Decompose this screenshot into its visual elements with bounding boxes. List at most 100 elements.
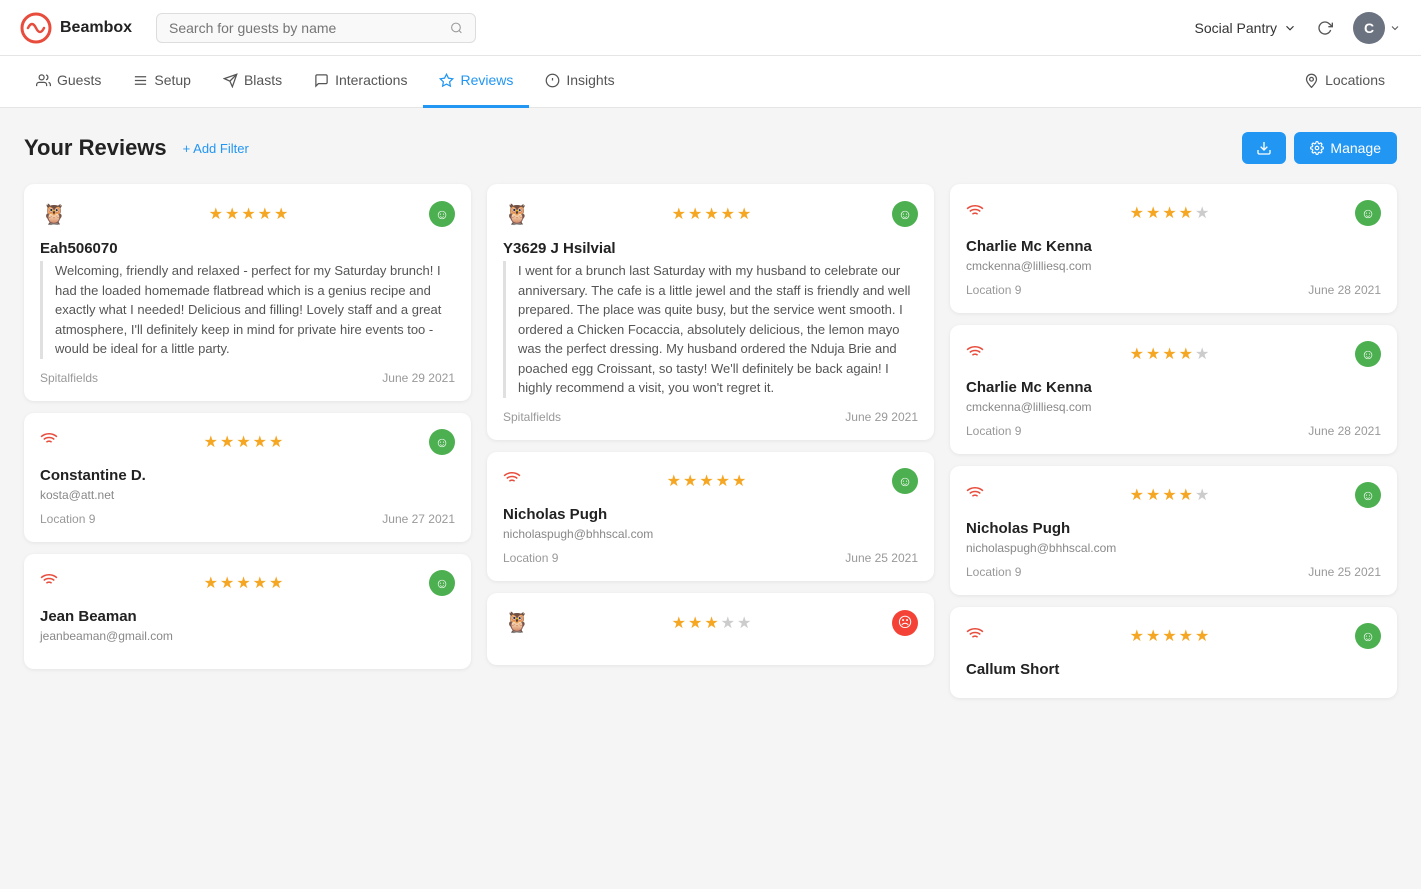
manage-label: Manage: [1330, 140, 1381, 156]
card-header: 🦉 ★ ★ ★ ★ ★ ☺: [40, 200, 455, 228]
nav-label-insights: Insights: [566, 72, 614, 88]
star-rating: ★ ★ ★ ★ ★: [1130, 203, 1210, 223]
main-content: Your Reviews + Add Filter Manage 🦉 ★ ★: [0, 108, 1421, 889]
guest-name: Callum Short: [966, 661, 1381, 678]
sentiment-positive-icon: ☺: [1355, 200, 1381, 226]
guest-name: Jean Beaman: [40, 608, 455, 625]
avatar-button[interactable]: C: [1353, 12, 1385, 44]
search-bar: [156, 13, 476, 43]
star-rating: ★ ★ ★ ★ ★: [1130, 485, 1210, 505]
sentiment-positive-icon: ☺: [429, 570, 455, 596]
sentiment-positive-icon: ☺: [1355, 482, 1381, 508]
star-3: ★: [1162, 485, 1176, 505]
review-card: ★ ★ ★ ★ ★ ☺ Constantine D. kosta@att.net…: [24, 413, 471, 542]
review-date: June 27 2021: [382, 512, 455, 526]
reviews-columns: 🦉 ★ ★ ★ ★ ★ ☺ Eah506070 Welcoming, frien…: [24, 184, 1397, 710]
review-date: June 28 2021: [1308, 424, 1381, 438]
nav-item-guests[interactable]: Guests: [20, 56, 117, 108]
star-4: ★: [253, 573, 267, 593]
refresh-icon: [1317, 20, 1333, 36]
card-footer: Spitalfields June 29 2021: [503, 410, 918, 424]
star-2: ★: [1146, 203, 1160, 223]
star-2: ★: [1146, 626, 1160, 646]
star-3: ★: [704, 613, 718, 633]
star-rating: ★ ★ ★ ★ ★: [1130, 344, 1210, 364]
nav-item-setup[interactable]: Setup: [117, 56, 207, 108]
locations-icon: [1304, 73, 1319, 88]
card-header: ★ ★ ★ ★ ★ ☺: [966, 200, 1381, 226]
column-1: 🦉 ★ ★ ★ ★ ★ ☺ Eah506070 Welcoming, frien…: [24, 184, 471, 710]
blasts-icon: [223, 73, 238, 88]
star-4: ★: [721, 204, 735, 224]
search-input[interactable]: [169, 20, 442, 36]
star-rating: ★ ★ ★ ★ ★: [204, 573, 284, 593]
logo-text: Beambox: [60, 19, 132, 37]
nav-item-blasts[interactable]: Blasts: [207, 56, 298, 108]
manage-button[interactable]: Manage: [1294, 132, 1397, 164]
column-2: 🦉 ★ ★ ★ ★ ★ ☺ Y3629 J Hsilvial I went fo…: [487, 184, 934, 710]
star-5: ★: [1195, 344, 1209, 364]
nav-item-reviews[interactable]: Reviews: [423, 56, 529, 108]
nav-item-interactions[interactable]: Interactions: [298, 56, 423, 108]
star-3: ★: [1162, 344, 1176, 364]
guest-name: Y3629 J Hsilvial: [503, 240, 918, 257]
star-3: ★: [699, 471, 713, 491]
add-filter-button[interactable]: + Add Filter: [183, 141, 249, 156]
star-2: ★: [688, 204, 702, 224]
review-location: Location 9: [966, 424, 1021, 438]
star-4: ★: [1179, 203, 1193, 223]
star-1: ★: [204, 573, 218, 593]
review-date: June 29 2021: [382, 371, 455, 385]
header-right: Social Pantry C: [1195, 12, 1401, 44]
star-5: ★: [1195, 203, 1209, 223]
nav-label-guests: Guests: [57, 72, 101, 88]
sentiment-positive-icon: ☺: [429, 429, 455, 455]
gear-icon: [1310, 141, 1324, 155]
guest-name: Eah506070: [40, 240, 455, 257]
star-2: ★: [1146, 344, 1160, 364]
review-card: ★ ★ ★ ★ ★ ☺ Nicholas Pugh nicholaspugh@b…: [487, 452, 934, 581]
star-2: ★: [220, 432, 234, 452]
download-button[interactable]: [1242, 132, 1286, 164]
star-1: ★: [672, 613, 686, 633]
star-1: ★: [672, 204, 686, 224]
star-5: ★: [274, 204, 288, 224]
sentiment-positive-icon: ☺: [892, 468, 918, 494]
star-rating: ★ ★ ★ ★ ★: [204, 432, 284, 452]
star-1: ★: [209, 204, 223, 224]
nav-label-blasts: Blasts: [244, 72, 282, 88]
star-4: ★: [716, 471, 730, 491]
review-card: ★ ★ ★ ★ ★ ☺ Nicholas Pugh nicholaspugh@b…: [950, 466, 1397, 595]
reviews-icon: [439, 73, 454, 88]
star-3: ★: [241, 204, 255, 224]
guest-name: Charlie Mc Kenna: [966, 238, 1381, 255]
card-footer: Location 9 June 27 2021: [40, 512, 455, 526]
star-4: ★: [1179, 344, 1193, 364]
star-2: ★: [688, 613, 702, 633]
review-text: Welcoming, friendly and relaxed - perfec…: [40, 261, 455, 359]
venue-selector[interactable]: Social Pantry: [1195, 20, 1297, 36]
setup-icon: [133, 73, 148, 88]
sentiment-positive-icon: ☺: [1355, 623, 1381, 649]
wifi-icon: [966, 484, 984, 507]
avatar-dropdown[interactable]: C: [1353, 12, 1401, 44]
card-footer: Location 9 June 25 2021: [503, 551, 918, 565]
star-4: ★: [1179, 485, 1193, 505]
refresh-button[interactable]: [1309, 12, 1341, 44]
review-location: Spitalfields: [503, 410, 561, 424]
star-rating: ★ ★ ★ ★ ★: [672, 204, 752, 224]
insights-icon: [545, 73, 560, 88]
star-3: ★: [1162, 203, 1176, 223]
star-5: ★: [1195, 485, 1209, 505]
nav-item-locations[interactable]: Locations: [1288, 56, 1401, 108]
guest-name: Nicholas Pugh: [966, 520, 1381, 537]
guest-email: nicholaspugh@bhhscal.com: [503, 527, 918, 541]
tripadvisor-icon: 🦉: [503, 609, 531, 637]
beambox-logo-icon: [20, 12, 52, 44]
wifi-icon: [40, 571, 58, 594]
tripadvisor-icon: 🦉: [503, 200, 531, 228]
wifi-icon: [966, 202, 984, 225]
header: Beambox Social Pantry C: [0, 0, 1421, 56]
nav-item-insights[interactable]: Insights: [529, 56, 630, 108]
chevron-down-icon-avatar: [1389, 22, 1401, 34]
